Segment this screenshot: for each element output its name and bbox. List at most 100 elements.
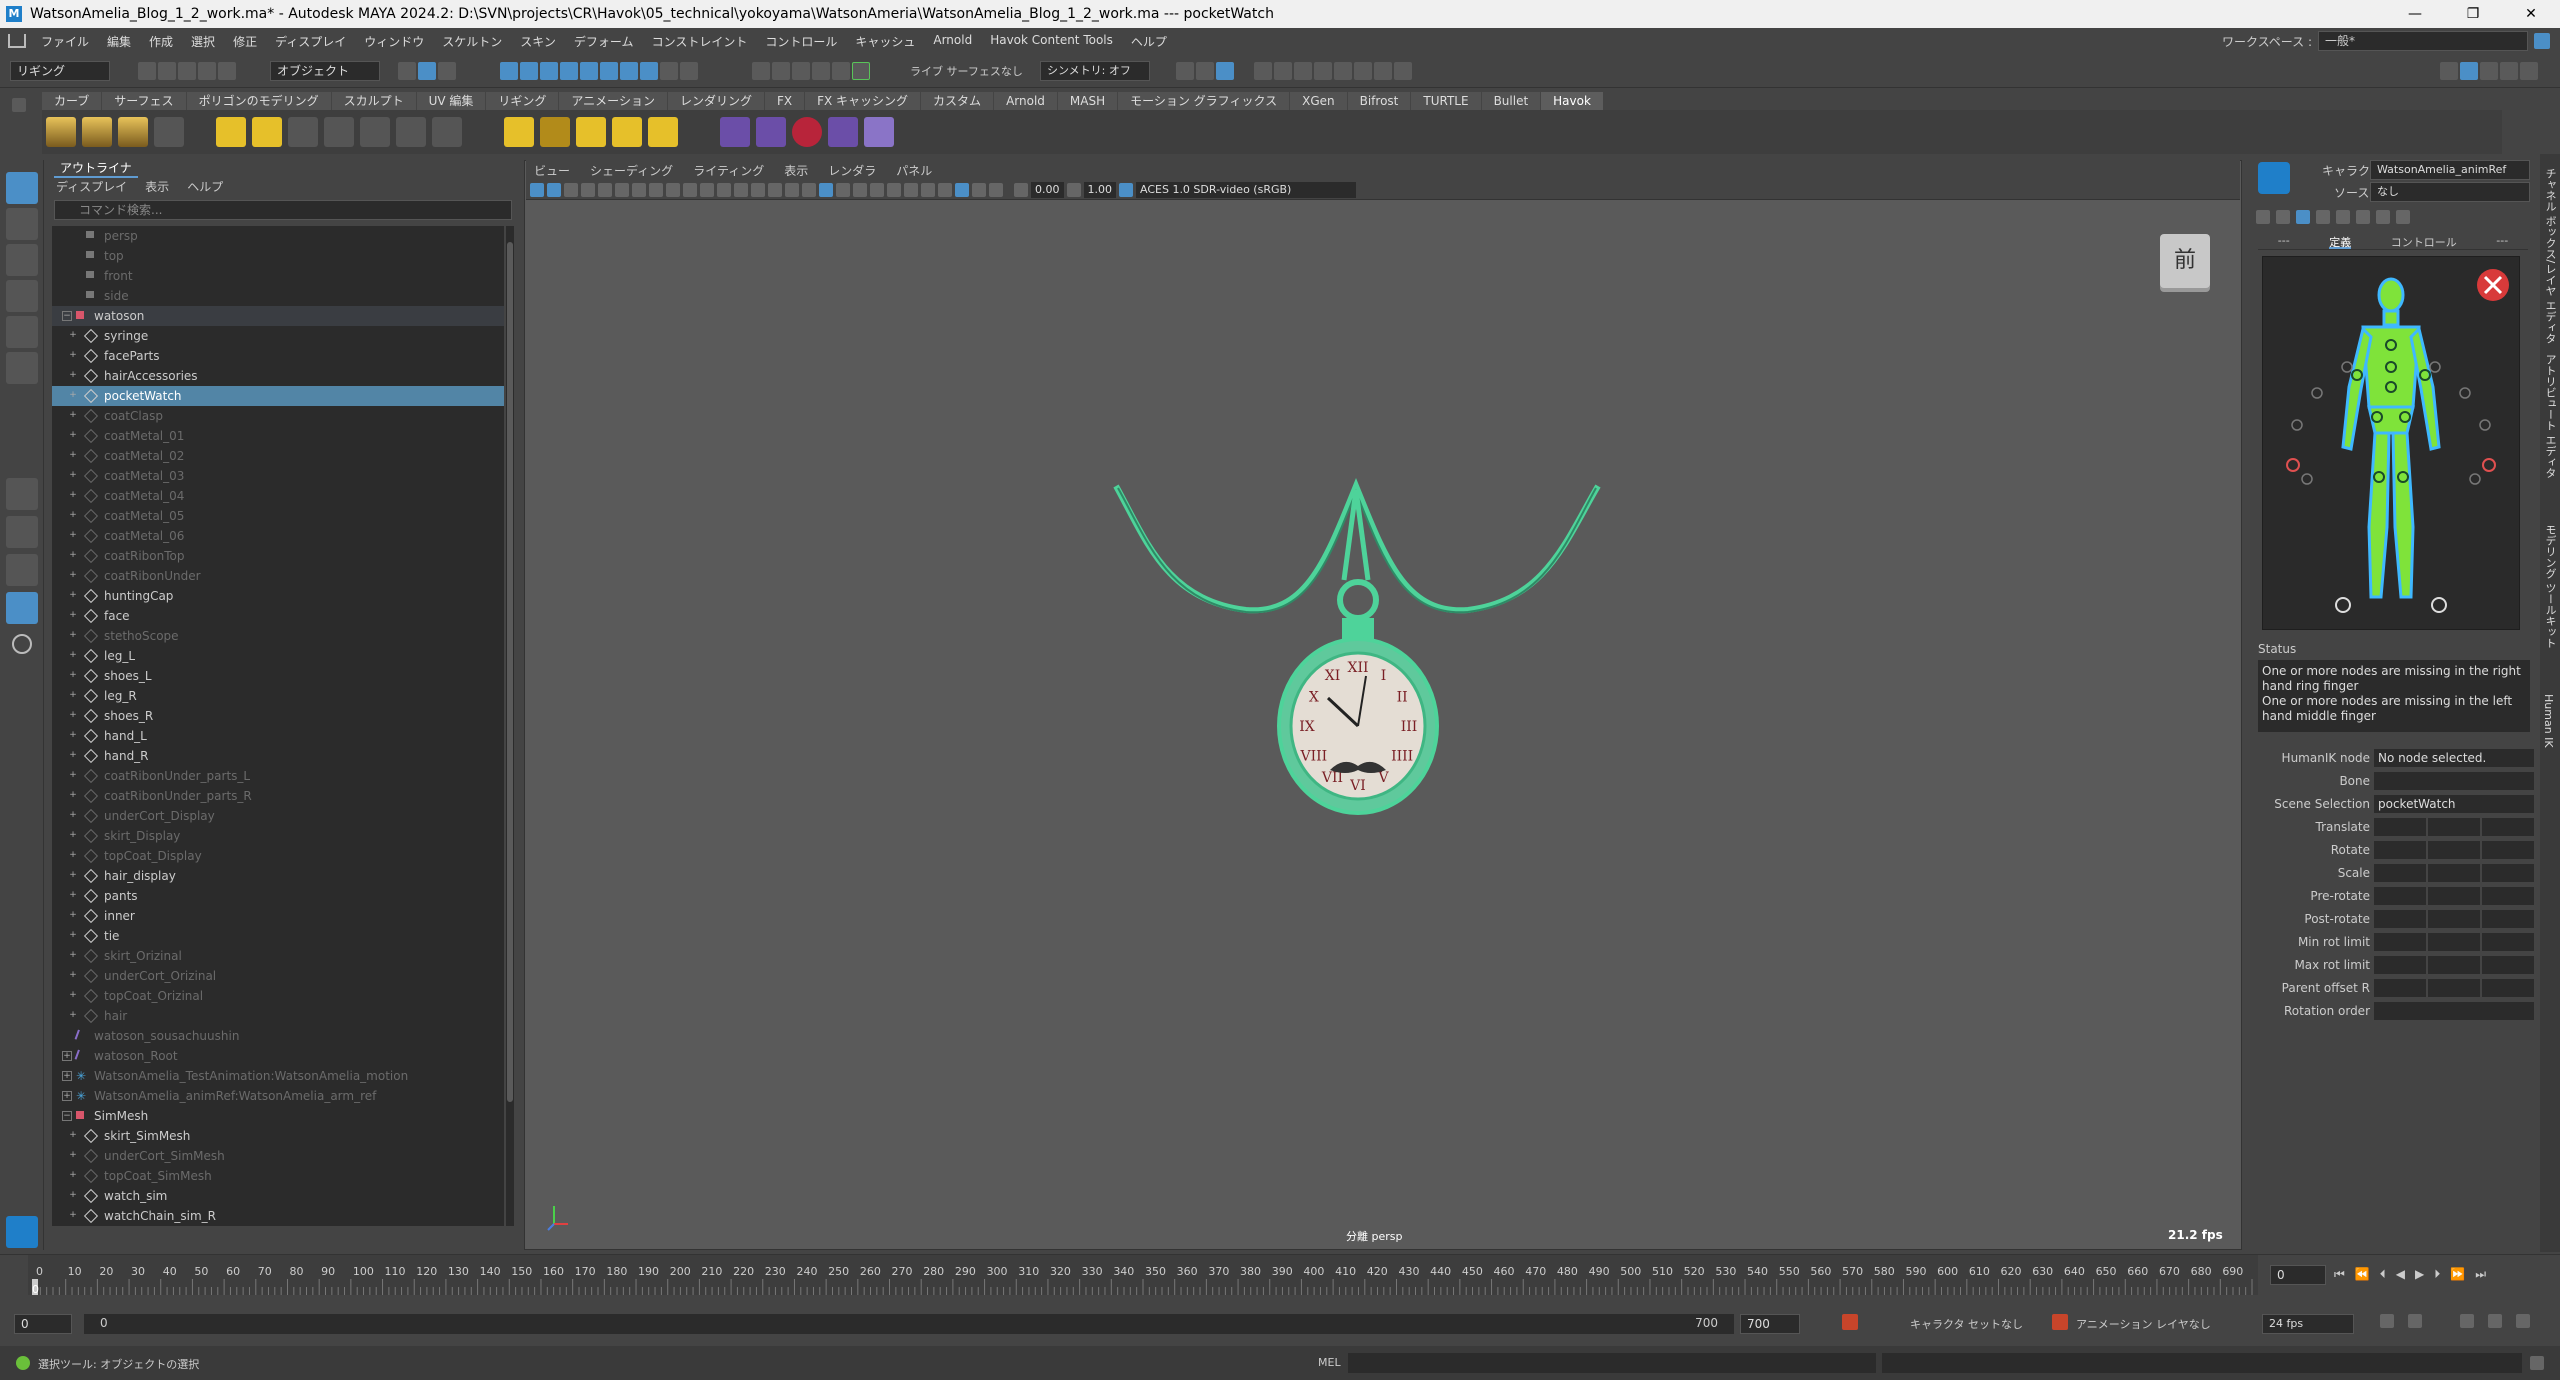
outliner-row[interactable]: + syringe bbox=[52, 326, 504, 346]
hik-vector-input[interactable] bbox=[2374, 979, 2426, 997]
wireframe-on-shaded-icon[interactable] bbox=[802, 182, 816, 197]
source-dropdown[interactable]: なし bbox=[2370, 182, 2530, 202]
humanik-tab[interactable]: --- bbox=[2278, 234, 2290, 249]
shelf-tab[interactable]: Arnold bbox=[994, 92, 1057, 110]
select-tool-icon[interactable] bbox=[6, 172, 38, 204]
outliner-row[interactable]: + tie bbox=[52, 926, 504, 946]
anim-layer-dropdown[interactable]: アニメーション レイヤなし bbox=[2076, 1316, 2211, 1332]
select-joints-icon[interactable] bbox=[520, 62, 538, 80]
shelf-menu-icon[interactable] bbox=[12, 98, 26, 112]
viewport-menu-item[interactable]: パネル bbox=[896, 162, 932, 179]
expand-toggle-icon[interactable]: + bbox=[68, 1211, 78, 1221]
expand-toggle-icon[interactable]: + bbox=[68, 1131, 78, 1141]
lasso-tool-icon[interactable] bbox=[6, 208, 38, 240]
object-mode-icon[interactable] bbox=[418, 62, 436, 80]
outliner-row[interactable]: + shoes_R bbox=[52, 706, 504, 726]
exposure-icon[interactable] bbox=[1014, 182, 1028, 197]
havok-tool-10-icon[interactable] bbox=[396, 117, 426, 147]
expand-toggle-icon[interactable]: + bbox=[68, 591, 78, 601]
right-leg-part[interactable] bbox=[2391, 431, 2415, 599]
expand-toggle-icon[interactable]: + bbox=[62, 1091, 72, 1101]
anim-layer-icon[interactable] bbox=[2052, 1314, 2068, 1330]
arnold-ipr-icon[interactable] bbox=[1374, 62, 1392, 80]
outliner-row[interactable]: + skirt_SimMesh bbox=[52, 1126, 504, 1146]
expand-toggle-icon[interactable]: + bbox=[68, 611, 78, 621]
outliner-row[interactable]: + hairAccessories bbox=[52, 366, 504, 386]
viewport-menu-item[interactable]: ビュー bbox=[534, 162, 570, 179]
current-frame-field[interactable]: 0 bbox=[2270, 1265, 2326, 1285]
mirror-icon[interactable] bbox=[2376, 210, 2390, 224]
save-template-icon[interactable] bbox=[2336, 210, 2350, 224]
outliner-row[interactable]: + coatMetal_06 bbox=[52, 526, 504, 546]
gate-mask-icon[interactable] bbox=[683, 182, 697, 197]
arnold-render-icon[interactable] bbox=[1354, 62, 1372, 80]
textured-icon[interactable] bbox=[819, 182, 833, 197]
isolate-select-icon[interactable] bbox=[938, 182, 952, 197]
effector-marker-icon[interactable] bbox=[2311, 387, 2323, 399]
step-back-key-icon[interactable]: ⏪ bbox=[2355, 1267, 2370, 1282]
outliner-row[interactable]: + coatMetal_03 bbox=[52, 466, 504, 486]
outliner-row[interactable]: + skirt_Orizinal bbox=[52, 946, 504, 966]
expand-toggle-icon[interactable]: + bbox=[68, 631, 78, 641]
outliner-row[interactable]: + watch_sim bbox=[52, 1186, 504, 1206]
snap-view-plane-icon[interactable] bbox=[812, 62, 830, 80]
new-scene-icon[interactable] bbox=[138, 62, 156, 80]
outliner-row[interactable]: + coatMetal_02 bbox=[52, 446, 504, 466]
select-deform-icon[interactable] bbox=[580, 62, 598, 80]
shelf-tab[interactable]: Bifrost bbox=[1347, 92, 1411, 110]
shelf-tab[interactable]: XGen bbox=[1290, 92, 1347, 110]
settings-gear-icon[interactable] bbox=[2520, 62, 2538, 80]
havok-rigid-body-icon[interactable] bbox=[216, 117, 246, 147]
havok-tool-2-icon[interactable] bbox=[82, 117, 112, 147]
lock-icon[interactable] bbox=[2534, 33, 2550, 49]
havok-cloth-4-icon[interactable] bbox=[828, 117, 858, 147]
render-view-icon[interactable] bbox=[1254, 62, 1272, 80]
viewport-menu-item[interactable]: シェーディング bbox=[590, 162, 673, 179]
select-surfaces-icon[interactable] bbox=[560, 62, 578, 80]
outliner-row[interactable]: + watchChain_sim_R bbox=[52, 1206, 504, 1226]
save-scene-icon[interactable] bbox=[178, 62, 196, 80]
select-mode-dropdown[interactable]: オブジェクト bbox=[270, 61, 380, 81]
outliner-row[interactable]: + coatMetal_01 bbox=[52, 426, 504, 446]
four-view-icon[interactable] bbox=[6, 516, 38, 548]
smooth-shade-icon[interactable] bbox=[768, 182, 782, 197]
outliner-menu-item[interactable]: 表示 bbox=[145, 178, 169, 195]
menu-item[interactable]: コントロール bbox=[756, 33, 846, 50]
outliner-row[interactable]: + watoson_Root bbox=[52, 1046, 504, 1066]
outliner-row[interactable]: + coatRibonUnder bbox=[52, 566, 504, 586]
step-back-frame-icon[interactable]: ⏴ bbox=[2380, 1267, 2386, 1282]
play-forward-icon[interactable]: ▶ bbox=[2415, 1267, 2424, 1282]
menu-item[interactable]: スケルトン bbox=[433, 33, 511, 50]
color-management-icon[interactable] bbox=[1119, 182, 1133, 197]
resolution-gate-icon[interactable] bbox=[666, 182, 680, 197]
time-slider[interactable]: 0 10 20 30 40 50 60 70 80 90 100 110 120 130 140 150 160… bbox=[0, 1254, 2560, 1295]
open-scene-icon[interactable] bbox=[158, 62, 176, 80]
key-prefs-icon[interactable] bbox=[2516, 1314, 2530, 1328]
expand-toggle-icon[interactable]: + bbox=[68, 811, 78, 821]
expand-toggle-icon[interactable]: + bbox=[68, 431, 78, 441]
channel-box-toggle-icon[interactable] bbox=[2500, 62, 2518, 80]
effector-marker-icon[interactable] bbox=[2301, 473, 2313, 485]
outliner-row[interactable]: persp bbox=[52, 226, 504, 246]
arnold-pause-icon[interactable] bbox=[1394, 62, 1412, 80]
rotate-tool-icon[interactable] bbox=[6, 316, 38, 348]
hik-vector-input[interactable] bbox=[2428, 887, 2480, 905]
image-plane-icon[interactable] bbox=[581, 182, 595, 197]
humanik-tab[interactable]: 定義 bbox=[2329, 234, 2352, 249]
neck-part[interactable] bbox=[2382, 309, 2400, 327]
outliner-row[interactable]: + ✳ WatsonAmelia_TestAnimation:WatsonAmeli… bbox=[52, 1066, 504, 1086]
expand-toggle-icon[interactable]: + bbox=[68, 891, 78, 901]
viewport-menu-item[interactable]: 表示 bbox=[784, 162, 808, 179]
shelf-tab[interactable]: TURTLE bbox=[1411, 92, 1481, 110]
effector-marker-icon[interactable] bbox=[2469, 473, 2481, 485]
expand-toggle-icon[interactable]: + bbox=[68, 651, 78, 661]
effector-marker-icon[interactable] bbox=[2429, 361, 2441, 373]
snap-point-icon[interactable] bbox=[792, 62, 810, 80]
menu-item[interactable]: ディスプレイ bbox=[266, 33, 355, 50]
auto-key-icon[interactable] bbox=[1842, 1314, 1858, 1330]
expand-toggle-icon[interactable]: + bbox=[68, 411, 78, 421]
outliner-row[interactable]: + underCort_Display bbox=[52, 806, 504, 826]
hik-vector-input[interactable] bbox=[2482, 956, 2534, 974]
hik-vector-input[interactable] bbox=[2374, 956, 2426, 974]
havok-cloth-3-icon[interactable] bbox=[792, 117, 822, 147]
